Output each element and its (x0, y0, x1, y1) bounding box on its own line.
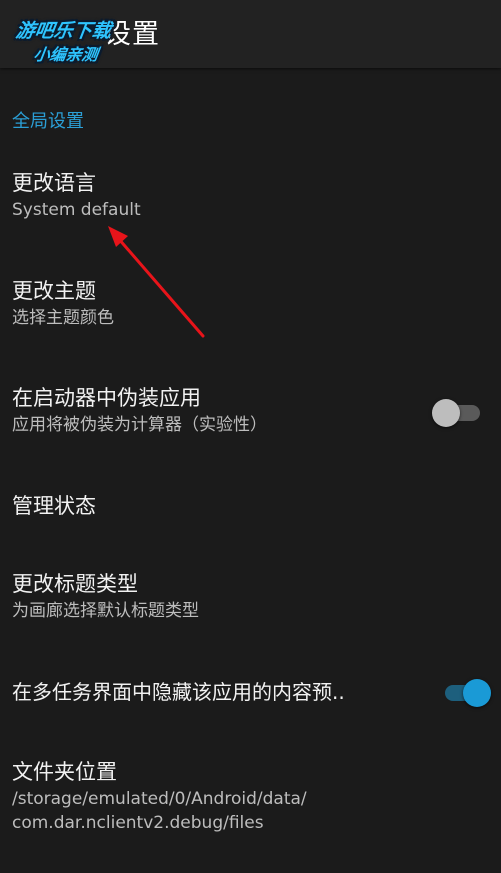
pref-summary-line-1: /storage/emulated/0/Android/data/ (12, 789, 307, 809)
switch-thumb (463, 679, 491, 707)
pref-folder-location[interactable]: 文件夹位置 /storage/emulated/0/Android/data/ … (12, 757, 482, 835)
pref-summary: 应用将被伪装为计算器（实验性） (12, 415, 267, 435)
pref-disguise-app[interactable]: 在启动器中伪装应用 应用将被伪装为计算器（实验性） (12, 383, 482, 437)
pref-summary: 选择主题颜色 (12, 308, 114, 328)
pref-summary-line-2: com.dar.nclientv2.debug/files (12, 813, 264, 833)
app-bar: 设置 游吧乐下载 小编亲测 (0, 0, 501, 68)
watermark-line-2: 小编亲测 (32, 45, 100, 64)
pref-title: 更改标题类型 (12, 572, 138, 596)
pref-hide-recents-preview[interactable]: 在多任务界面中隐藏该应用的内容预.. (12, 677, 432, 707)
watermark-line-1: 游吧乐下载 (14, 20, 113, 42)
category-header-global: 全局设置 (12, 111, 84, 132)
pref-manage-status[interactable]: 管理状态 (12, 491, 482, 521)
pref-title: 更改语言 (12, 171, 96, 195)
pref-summary: 为画廊选择默认标题类型 (12, 601, 199, 621)
pref-summary: System default (12, 200, 141, 220)
pref-title: 更改主题 (12, 279, 96, 303)
pref-title: 在多任务界面中隐藏该应用的内容预.. (12, 680, 345, 704)
pref-title: 文件夹位置 (12, 760, 117, 784)
watermark-logo: 游吧乐下载 小编亲测 (12, 10, 138, 64)
hide-preview-switch[interactable] (441, 677, 491, 707)
pref-change-language[interactable]: 更改语言 System default (12, 168, 482, 222)
pref-title: 在启动器中伪装应用 (12, 386, 201, 410)
pref-change-title-type[interactable]: 更改标题类型 为画廊选择默认标题类型 (12, 569, 482, 623)
disguise-app-switch[interactable] (432, 397, 482, 427)
pref-change-theme[interactable]: 更改主题 选择主题颜色 (12, 276, 482, 330)
switch-thumb (432, 399, 460, 427)
pref-title: 管理状态 (12, 494, 96, 518)
